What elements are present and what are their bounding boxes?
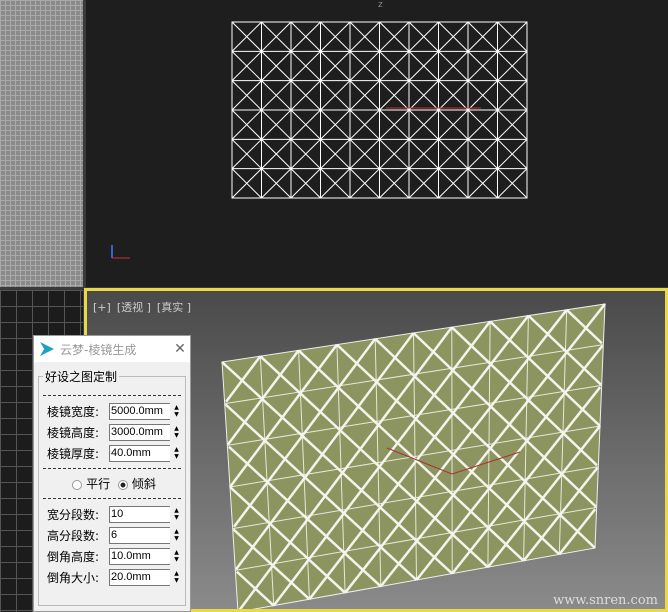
group-label: 好设之图定制 bbox=[45, 370, 118, 384]
field-label: 宽分段数: bbox=[47, 507, 100, 522]
field-row: 棱镜厚度: 40.0mm ▲ ▼ bbox=[47, 444, 181, 462]
field-label: 棱镜厚度: bbox=[47, 446, 100, 461]
divider bbox=[43, 395, 181, 396]
field-input[interactable]: 5000.0mm bbox=[109, 402, 170, 420]
spinner-arrows-icon[interactable]: ▲ ▼ bbox=[172, 528, 181, 542]
field-label: 倒角高度: bbox=[47, 549, 100, 564]
front-wireframe bbox=[111, 21, 528, 259]
app-logo-icon bbox=[40, 342, 54, 356]
prism-generator-dialog: 云梦-棱镜生成 ✕ 好设之图定制 棱镜宽度: 5000.0mm ▲ ▼ 棱镜高度: 300… bbox=[33, 335, 191, 612]
radio-parallel-label[interactable]: 平行 bbox=[86, 477, 110, 491]
field-input[interactable]: 10 bbox=[109, 505, 170, 523]
spinner: 40.0mm ▲ ▼ bbox=[109, 444, 181, 462]
viewport-menu[interactable]: [+] bbox=[93, 301, 111, 314]
field-row: 高分段数: 6 ▲ ▼ bbox=[47, 526, 181, 544]
radio-tilted[interactable] bbox=[117, 479, 128, 490]
spinner: 10.0mm ▲ ▼ bbox=[109, 547, 181, 565]
watermark: www.snren.com bbox=[553, 593, 658, 608]
spinner: 20.0mm ▲ ▼ bbox=[109, 568, 181, 586]
spinner: 6 ▲ ▼ bbox=[109, 526, 181, 544]
field-row: 倒角大小: 20.0mm ▲ ▼ bbox=[47, 568, 181, 586]
dialog-title: 云梦-棱镜生成 bbox=[60, 342, 137, 357]
axis-z-label: z bbox=[378, 0, 383, 10]
divider bbox=[43, 468, 181, 469]
viewport-top-left[interactable] bbox=[0, 0, 83, 287]
spinner-arrows-icon[interactable]: ▲ ▼ bbox=[172, 549, 181, 563]
radio-parallel[interactable] bbox=[72, 479, 83, 490]
field-input[interactable]: 6 bbox=[109, 526, 170, 544]
divider bbox=[43, 498, 181, 499]
spinner-arrows-icon[interactable]: ▲ ▼ bbox=[172, 507, 181, 521]
field-input[interactable]: 40.0mm bbox=[109, 444, 170, 462]
field-row: 宽分段数: 10 ▲ ▼ bbox=[47, 505, 181, 523]
viewport-view-menu[interactable]: [透视 ] bbox=[117, 301, 151, 314]
field-row: 倒角高度: 10.0mm ▲ ▼ bbox=[47, 547, 181, 565]
spinner: 3000.0mm ▲ ▼ bbox=[109, 423, 181, 441]
field-input[interactable]: 20.0mm bbox=[109, 568, 170, 586]
close-icon[interactable]: ✕ bbox=[170, 341, 190, 357]
spinner-arrows-icon[interactable]: ▲ ▼ bbox=[172, 404, 181, 418]
spinner-arrows-icon[interactable]: ▲ ▼ bbox=[172, 425, 181, 439]
spinner: 10 ▲ ▼ bbox=[109, 505, 181, 523]
field-label: 棱镜宽度: bbox=[47, 404, 100, 419]
viewport-shading-menu[interactable]: [真实 ] bbox=[157, 301, 191, 314]
settings-group: 好设之图定制 棱镜宽度: 5000.0mm ▲ ▼ 棱镜高度: 3000.0mm ▲ ▼ 棱镜厚… bbox=[38, 368, 186, 606]
field-input[interactable]: 3000.0mm bbox=[109, 423, 170, 441]
field-label: 倒角大小: bbox=[47, 570, 100, 585]
field-label: 棱镜高度: bbox=[47, 425, 100, 440]
radio-tilted-label[interactable]: 倾斜 bbox=[132, 477, 156, 491]
field-row: 棱镜宽度: 5000.0mm ▲ ▼ bbox=[47, 402, 181, 420]
spinner-arrows-icon[interactable]: ▲ ▼ bbox=[172, 570, 181, 584]
viewport-label[interactable]: [+] [透视 ] [真实 ] bbox=[93, 299, 197, 315]
field-input[interactable]: 10.0mm bbox=[109, 547, 170, 565]
spinner-arrows-icon[interactable]: ▲ ▼ bbox=[172, 446, 181, 460]
dialog-titlebar[interactable]: 云梦-棱镜生成 ✕ bbox=[34, 336, 190, 362]
spinner: 5000.0mm ▲ ▼ bbox=[109, 402, 181, 420]
orientation-radio-group: 平行 倾斜 bbox=[43, 475, 181, 492]
field-row: 棱镜高度: 3000.0mm ▲ ▼ bbox=[47, 423, 181, 441]
viewport-front[interactable]: z bbox=[86, 0, 668, 287]
field-label: 高分段数: bbox=[47, 528, 100, 543]
